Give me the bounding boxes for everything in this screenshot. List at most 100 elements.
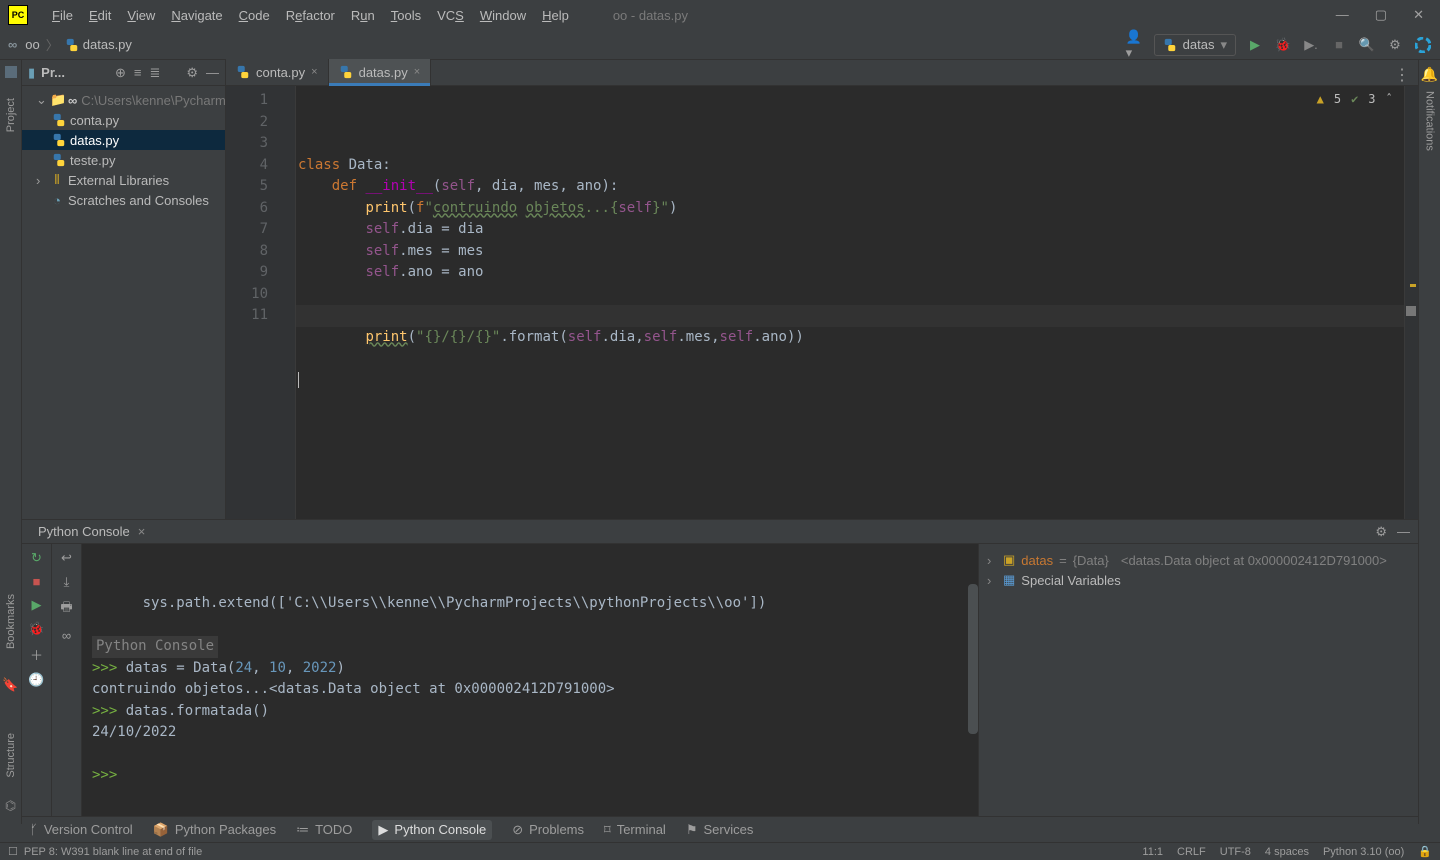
code-line[interactable]: [298, 348, 1418, 370]
minimize-button[interactable]: ―: [1336, 7, 1349, 23]
status-icon[interactable]: ☐: [8, 845, 18, 858]
menu-tools[interactable]: Tools: [383, 8, 429, 23]
menu-window[interactable]: Window: [472, 8, 534, 23]
select-opened-file-icon[interactable]: ⊕: [115, 65, 126, 81]
close-tab-icon[interactable]: ×: [138, 524, 146, 539]
new-console-icon[interactable]: ＋: [30, 645, 43, 664]
fold-column[interactable]: [282, 86, 296, 519]
project-tree[interactable]: ⌄ 📁 ∞ C:\Users\kenne\PycharmPr conta.pyd…: [22, 86, 225, 519]
code-line[interactable]: self.dia = dia: [298, 219, 1418, 241]
var-row-special[interactable]: › ▦ Special Variables: [987, 570, 1410, 590]
run-config-selector[interactable]: datas ▾: [1154, 34, 1236, 56]
run-button[interactable]: ▶: [1246, 36, 1264, 54]
stop-button[interactable]: ■: [1330, 36, 1348, 54]
code-line[interactable]: [298, 284, 1418, 306]
close-button[interactable]: ✕: [1413, 7, 1424, 23]
print-icon[interactable]: 🖶: [60, 598, 72, 620]
scroll-end-icon[interactable]: ⤓: [64, 574, 70, 590]
var-row-datas[interactable]: › ▣ datas = {Data} <datas.Data object at…: [987, 550, 1410, 570]
file-encoding[interactable]: UTF-8: [1220, 846, 1251, 858]
tree-external-libraries[interactable]: › ⫴ External Libraries: [22, 170, 225, 190]
close-tab-icon[interactable]: ×: [311, 66, 317, 78]
code-line[interactable]: [298, 370, 1418, 392]
tree-file-conta-py[interactable]: conta.py: [22, 110, 225, 130]
debug-button[interactable]: 🐞: [1274, 36, 1292, 54]
search-icon[interactable]: 🔍: [1358, 36, 1376, 54]
tab-datas-py[interactable]: datas.py×: [329, 59, 432, 85]
menu-code[interactable]: Code: [231, 8, 278, 23]
breadcrumb[interactable]: ∞ oo: [8, 37, 40, 52]
bottom-tool-version-control[interactable]: ᚶVersion Control: [30, 822, 133, 837]
avatar-icon[interactable]: [1414, 36, 1432, 54]
indent-status[interactable]: 4 spaces: [1265, 846, 1309, 858]
line-gutter[interactable]: 1234567891011: [226, 86, 282, 519]
resume-icon[interactable]: ▶: [32, 597, 42, 613]
tree-scratches[interactable]: ◔ Scratches and Consoles: [22, 190, 225, 210]
tab-conta-py[interactable]: conta.py×: [226, 59, 329, 85]
history-icon[interactable]: 🕘: [28, 672, 44, 688]
code-line[interactable]: print("{}/{}/{}".format(self.dia,self.me…: [298, 327, 1418, 349]
bottom-tool-terminal[interactable]: ⌑Terminal: [604, 822, 666, 838]
bottom-tool-todo[interactable]: ≔TODO: [296, 822, 352, 838]
bottom-tool-problems[interactable]: ⊘Problems: [512, 822, 584, 838]
code-line[interactable]: self.ano = ano: [298, 262, 1418, 284]
bookmarks-tool-label[interactable]: Bookmarks: [5, 594, 17, 649]
notifications-label[interactable]: Notifications: [1424, 91, 1436, 151]
bottom-tool-services[interactable]: ⚑Services: [686, 822, 754, 838]
close-tab-icon[interactable]: ×: [414, 66, 420, 78]
bottom-tool-python-packages[interactable]: 📦Python Packages: [153, 822, 276, 838]
tree-file-datas-py[interactable]: datas.py: [22, 130, 225, 150]
tree-root[interactable]: ⌄ 📁 ∞ C:\Users\kenne\PycharmPr: [22, 90, 225, 110]
variables-icon[interactable]: ∞: [62, 628, 71, 643]
code-area[interactable]: class Data: def __init__(self, dia, mes,…: [296, 86, 1418, 519]
maximize-button[interactable]: ▢: [1375, 7, 1387, 23]
panel-settings-icon[interactable]: ⚙: [186, 65, 198, 81]
code-line[interactable]: print(f"contruindo objetos...{self}"): [298, 198, 1418, 220]
console-settings-icon[interactable]: ⚙: [1375, 524, 1387, 540]
debug-console-icon[interactable]: 🐞: [28, 621, 44, 637]
settings-icon[interactable]: ⚙: [1386, 36, 1404, 54]
caret-position[interactable]: 11:1: [1142, 846, 1163, 858]
menu-vcs[interactable]: VCS: [429, 8, 472, 23]
menu-run[interactable]: Run: [343, 8, 383, 23]
tabs-more-icon[interactable]: ⋮: [1386, 65, 1418, 85]
bookmarks-icon[interactable]: 🔖: [2, 677, 18, 693]
console-hide-icon[interactable]: —: [1397, 524, 1410, 540]
breadcrumb-file[interactable]: datas.py: [65, 37, 132, 52]
add-config-icon[interactable]: 👤▾: [1126, 36, 1144, 54]
structure-tool-label[interactable]: Structure: [5, 733, 17, 778]
stop-icon[interactable]: ■: [33, 574, 41, 589]
code-line[interactable]: self.mes = mes: [298, 241, 1418, 263]
rerun-icon[interactable]: ↻: [31, 550, 42, 566]
error-stripe[interactable]: [1404, 86, 1418, 519]
notifications-icon[interactable]: 🔔: [1421, 66, 1438, 83]
console-variables[interactable]: › ▣ datas = {Data} <datas.Data object at…: [978, 544, 1418, 824]
menu-edit[interactable]: Edit: [81, 8, 119, 23]
inspections-widget[interactable]: ▲5 ✔3 ˆ ˇ: [1317, 92, 1410, 106]
prev-highlight-icon[interactable]: ˆ: [1386, 92, 1393, 106]
tree-file-teste-py[interactable]: teste.py: [22, 150, 225, 170]
panel-hide-icon[interactable]: —: [206, 65, 219, 81]
expand-all-icon[interactable]: ≡: [134, 65, 142, 81]
editor-body[interactable]: 1234567891011 class Data: def __init__(s…: [226, 86, 1418, 519]
project-tool-label[interactable]: Project: [5, 98, 17, 132]
run-coverage-button[interactable]: ▶.: [1302, 36, 1320, 54]
menu-refactor[interactable]: Refactor: [278, 8, 343, 23]
structure-icon[interactable]: ⌬: [5, 798, 16, 814]
console-scrollbar[interactable]: [968, 584, 978, 734]
soft-wrap-icon[interactable]: ↩: [61, 550, 72, 566]
menu-file[interactable]: File: [44, 8, 81, 23]
console-tab[interactable]: Python Console: [30, 522, 138, 541]
lock-icon[interactable]: 🔒: [1418, 845, 1432, 858]
collapse-all-icon[interactable]: ≣: [149, 65, 160, 81]
interpreter-status[interactable]: Python 3.10 (oo): [1323, 846, 1404, 858]
code-line[interactable]: class Data:: [298, 155, 1418, 177]
code-line[interactable]: def __init__(self, dia, mes, ano):: [298, 176, 1418, 198]
line-separator[interactable]: CRLF: [1177, 846, 1206, 858]
console-output[interactable]: sys.path.extend(['C:\\Users\\kenne\\Pych…: [82, 544, 978, 824]
menu-help[interactable]: Help: [534, 8, 577, 23]
bottom-tool-python-console[interactable]: ▶Python Console: [372, 820, 492, 840]
menu-navigate[interactable]: Navigate: [163, 8, 230, 23]
project-tool-icon[interactable]: [5, 66, 17, 78]
menu-view[interactable]: View: [119, 8, 163, 23]
